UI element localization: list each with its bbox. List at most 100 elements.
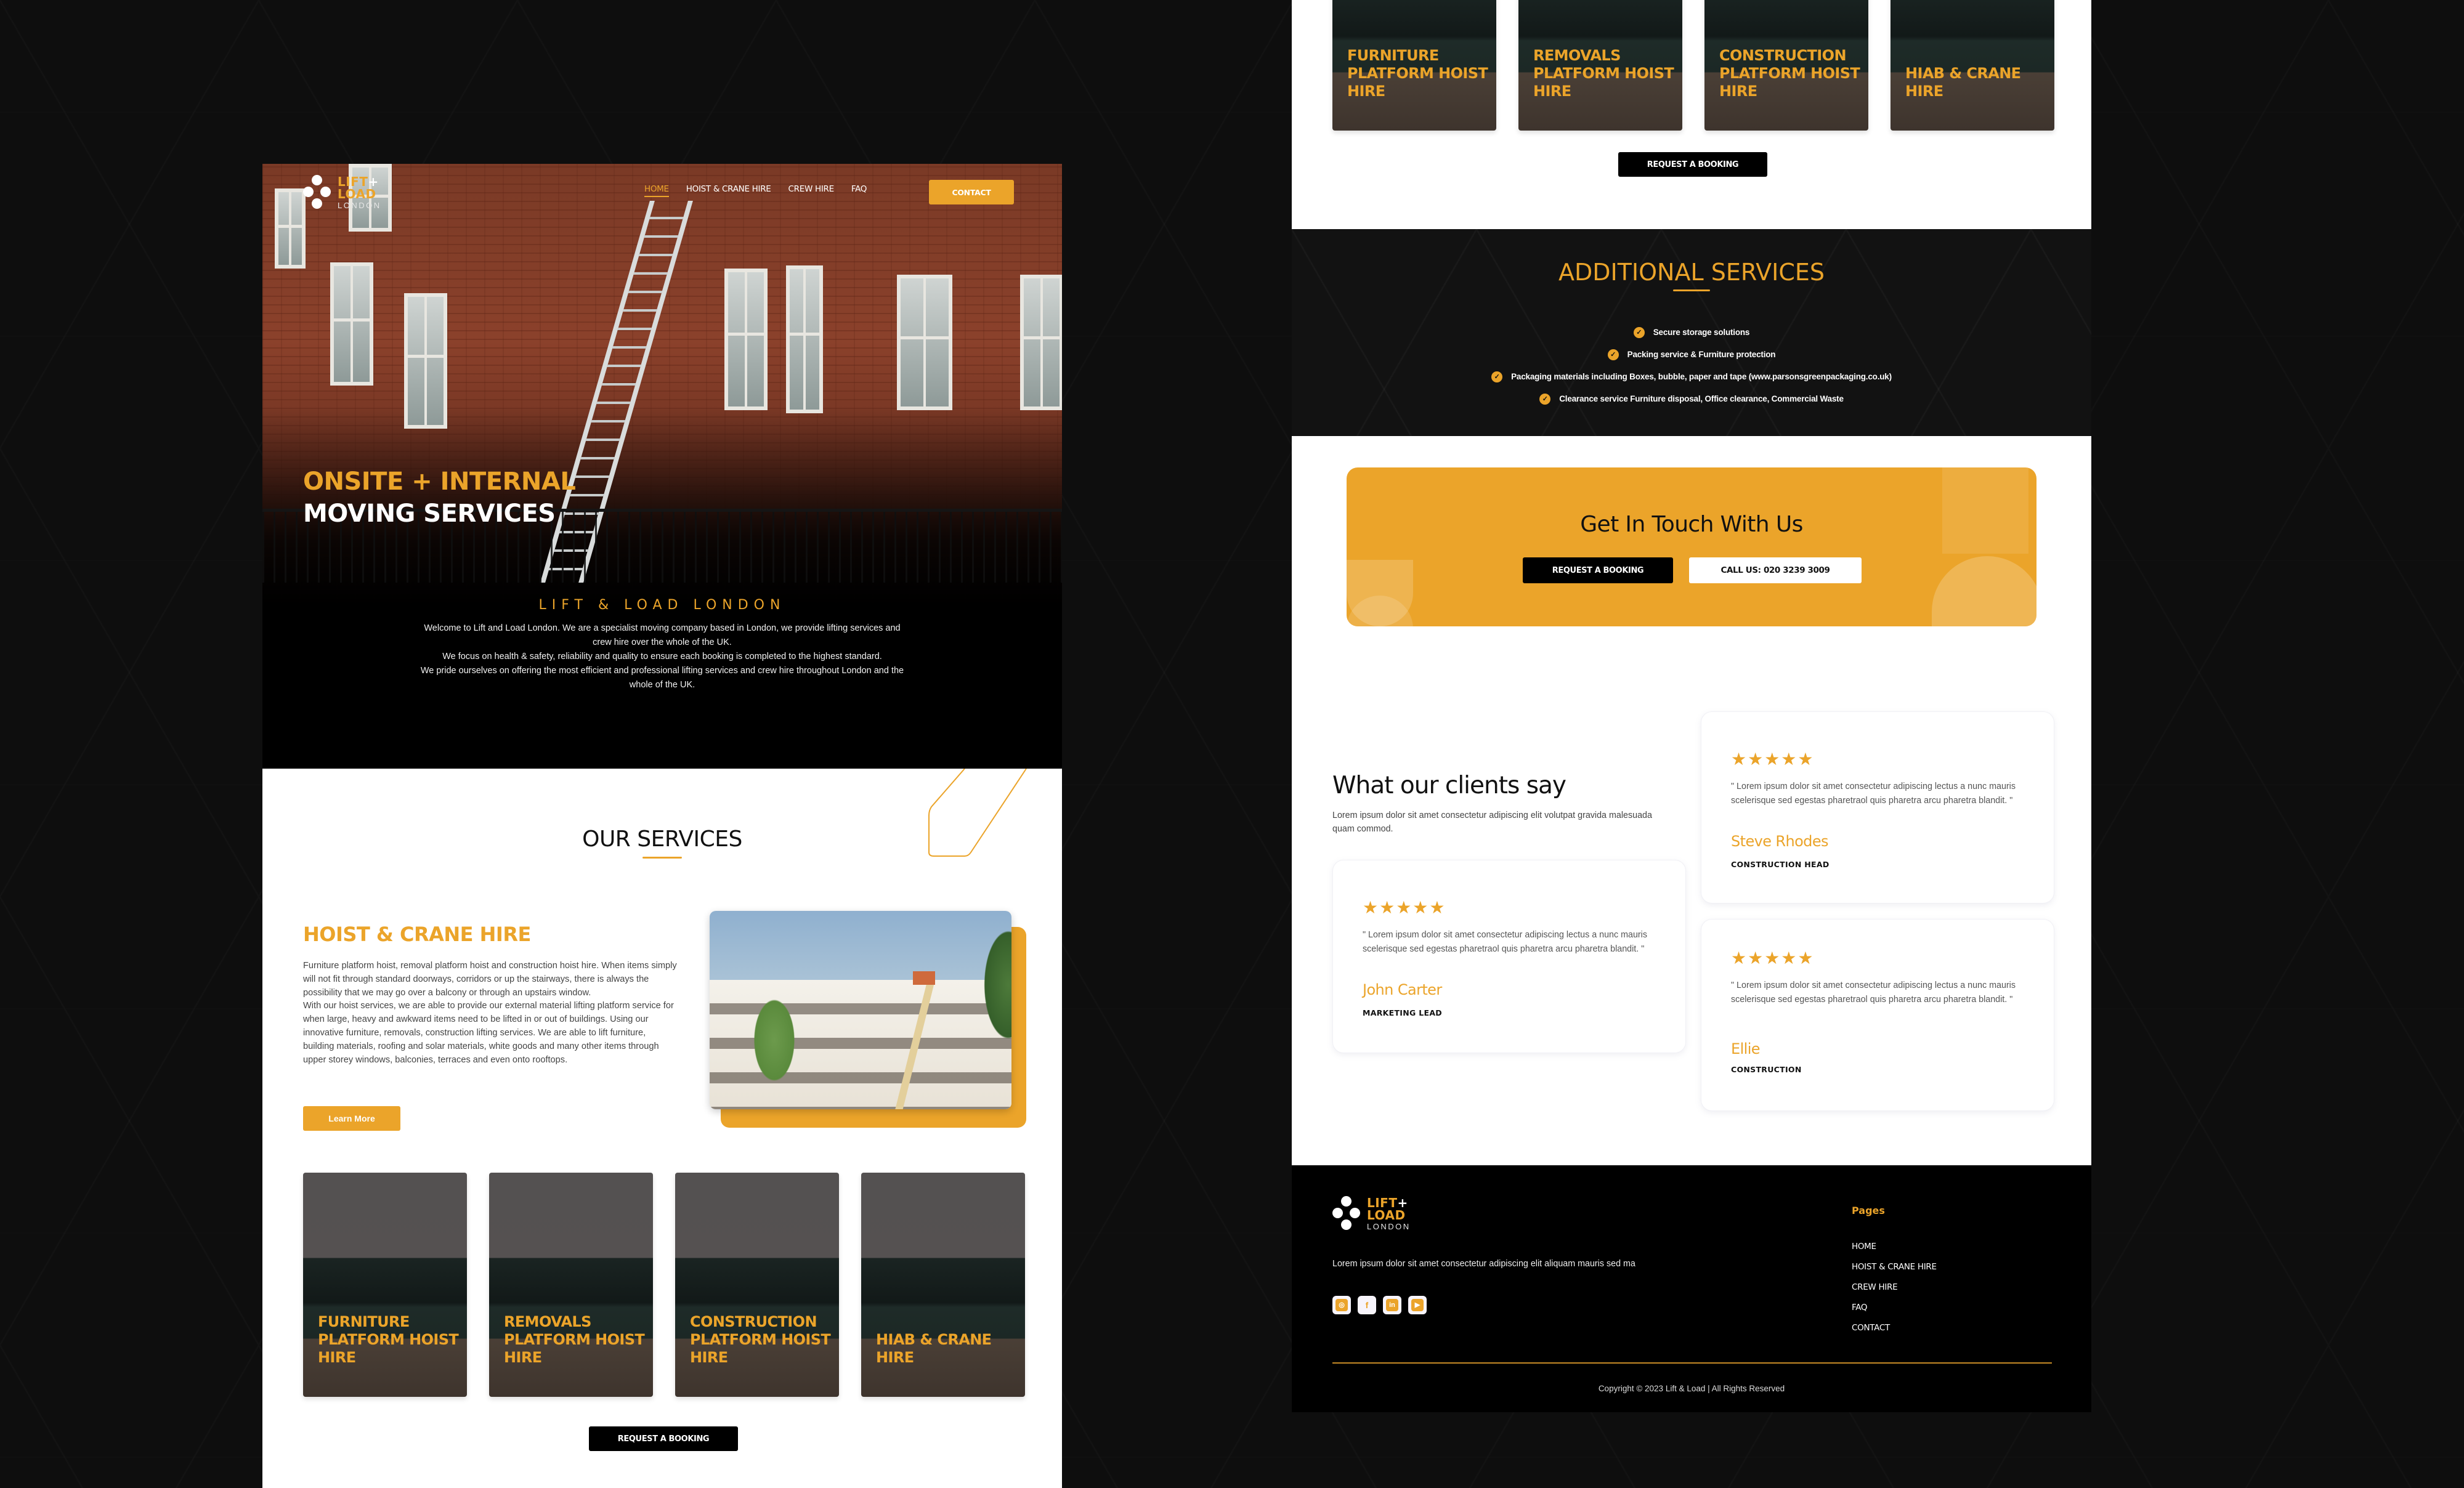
logo[interactable]: LIFT+ LOAD LONDON: [303, 175, 381, 209]
additional-services-title-text: ADDITIONAL SERVICES: [1558, 259, 1825, 286]
nav-item-faq[interactable]: FAQ: [851, 184, 867, 197]
additional-services-title: ADDITIONAL SERVICES: [1292, 259, 2091, 291]
additional-services-list: ✓ Secure storage solutions ✓ Packing servi…: [1292, 321, 2091, 410]
title-underline: [642, 857, 682, 859]
footer-logo[interactable]: LIFT+ LOAD LONDON: [1332, 1196, 1411, 1231]
service-card-label: HIAB & CRANE HIRE: [1905, 65, 2021, 100]
call-us-button[interactable]: CALL US: 020 3239 3009: [1689, 557, 1862, 583]
building-window: [786, 265, 823, 413]
nav-item-home[interactable]: HOME: [644, 184, 669, 197]
hero-title-line1: ONSITE + INTERNAL: [303, 467, 576, 496]
testimonials-title: What our clients say: [1332, 772, 1566, 799]
service-cards: FURNITURE PLATFORM HOIST HIRE REMOVALS P…: [303, 1173, 1025, 1397]
service-card-hiab-crane[interactable]: HIAB & CRANE HIRE: [861, 1173, 1025, 1397]
learn-more-button[interactable]: Learn More: [303, 1106, 400, 1131]
service-cards: FURNITURE PLATFORM HOIST HIRE REMOVALS P…: [1332, 0, 2054, 131]
star-rating-icon: ★★★★★: [1731, 948, 1815, 968]
service-card-furniture[interactable]: FURNITURE PLATFORM HOIST HIRE: [1332, 0, 1496, 131]
service-card-hiab-crane[interactable]: HIAB & CRANE HIRE: [1891, 0, 2054, 131]
footer-divider: [1332, 1362, 2052, 1364]
service-card-furniture[interactable]: FURNITURE PLATFORM HOIST HIRE: [303, 1173, 467, 1397]
hero-title-line2: MOVING SERVICES: [303, 499, 556, 528]
building-window: [724, 269, 768, 410]
hoist-crane-title: HOIST & CRANE HIRE: [303, 923, 531, 946]
testimonial-role: MARKETING LEAD: [1363, 1008, 1442, 1017]
cta-buttons: REQUEST A BOOKING CALL US: 020 3239 3009: [1523, 557, 1862, 583]
footer-link-contact[interactable]: CONTACT: [1852, 1318, 1937, 1338]
footer-link-home[interactable]: HOME: [1852, 1237, 1937, 1257]
service-card-construction[interactable]: CONSTRUCTION PLATFORM HOIST HIRE: [675, 1173, 839, 1397]
contact-button[interactable]: CONTACT: [929, 180, 1014, 204]
testimonial-role: CONSTRUCTION: [1731, 1065, 1802, 1074]
footer-link-crew-hire[interactable]: CREW HIRE: [1852, 1277, 1937, 1298]
intro-paragraph: We pride ourselves on offering the most …: [420, 666, 904, 690]
decorative-arch: [1932, 556, 2036, 626]
additional-service-item: ✓ Packaging materials including Boxes, bu…: [1292, 366, 2091, 388]
youtube-glyph: ▶: [1411, 1299, 1424, 1311]
check-circle-icon: ✓: [1539, 394, 1551, 405]
photo-tree: [981, 923, 1011, 1046]
hoist-crane-description: Furniture platform hoist, removal platfo…: [303, 960, 679, 1067]
linkedin-icon[interactable]: in: [1383, 1296, 1401, 1314]
testimonial-role: CONSTRUCTION HEAD: [1731, 860, 1830, 869]
cta-request-booking-button[interactable]: REQUEST A BOOKING: [1523, 557, 1673, 583]
request-booking-button[interactable]: REQUEST A BOOKING: [589, 1426, 738, 1451]
services-title: OUR SERVICES: [262, 827, 1062, 859]
footer-page-links: HOME HOIST & CRANE HIRE CREW HIRE FAQ CO…: [1852, 1237, 1937, 1338]
intro-paragraph: Welcome to Lift and Load London. We are …: [424, 623, 901, 647]
linkedin-glyph: in: [1386, 1299, 1398, 1311]
footer-link-hoist-crane-hire[interactable]: HOIST & CRANE HIRE: [1852, 1257, 1937, 1277]
star-rating-icon: ★★★★★: [1731, 750, 1815, 769]
instagram-icon[interactable]: ◎: [1332, 1296, 1351, 1314]
building-window: [1020, 275, 1062, 410]
check-circle-icon: ✓: [1607, 349, 1619, 361]
service-card-label: FURNITURE PLATFORM HOIST HIRE: [318, 1313, 459, 1366]
service-card-label: CONSTRUCTION PLATFORM HOIST HIRE: [690, 1313, 831, 1366]
copyright-text: Copyright © 2023 Lift & Load | All Right…: [1598, 1384, 1785, 1393]
service-card-construction[interactable]: CONSTRUCTION PLATFORM HOIST HIRE: [1704, 0, 1868, 131]
additional-service-item: ✓ Packing service & Furniture protection: [1292, 344, 2091, 366]
nav-item-hoist-crane-hire[interactable]: HOIST & CRANE HIRE: [686, 184, 771, 197]
footer-link-faq[interactable]: FAQ: [1852, 1298, 1937, 1318]
service-card-removals[interactable]: REMOVALS PLATFORM HOIST HIRE: [489, 1173, 653, 1397]
request-booking-button[interactable]: REQUEST A BOOKING: [1618, 152, 1767, 177]
testimonial-name: Steve Rhodes: [1731, 833, 1828, 850]
youtube-icon[interactable]: ▶: [1408, 1296, 1427, 1314]
testimonial-quote: " Lorem ipsum dolor sit amet consectetur…: [1731, 782, 2016, 806]
intro-section: LIFT & LOAD LONDON Welcome to Lift and L…: [262, 597, 1062, 692]
cta-title: Get In Touch With Us: [1580, 512, 1803, 537]
star-rating-icon: ★★★★★: [1363, 898, 1446, 917]
testimonial-name: Ellie: [1731, 1040, 1761, 1057]
logo-text-load: LOAD: [338, 186, 376, 201]
homepage-preview-top: LIFT+ LOAD LONDON HOME HOIST & CRANE HIR…: [262, 164, 1062, 1488]
footer-pages-title: Pages: [1852, 1205, 1885, 1216]
homepage-preview-bottom: FURNITURE PLATFORM HOIST HIRE REMOVALS P…: [1292, 0, 2091, 1412]
building-window: [404, 293, 447, 429]
logo-text-load: LOAD: [1367, 1207, 1406, 1223]
additional-service-text: Packaging materials including Boxes, bub…: [1511, 372, 1892, 381]
service-card-label: REMOVALS PLATFORM HOIST HIRE: [504, 1313, 645, 1366]
intro-body: Welcome to Lift and Load London. We are …: [419, 621, 906, 692]
services-section: OUR SERVICES HOIST & CRANE HIRE Furnitur…: [262, 769, 1062, 1488]
service-card-label: HIAB & CRANE HIRE: [876, 1331, 992, 1366]
instagram-glyph: ◎: [1335, 1299, 1348, 1311]
hero-section: LIFT+ LOAD LONDON HOME HOIST & CRANE HIR…: [262, 164, 1062, 769]
additional-service-item: ✓ Clearance service Furniture disposal, O…: [1292, 388, 2091, 410]
testimonial-name: John Carter: [1363, 981, 1442, 998]
facebook-icon[interactable]: f: [1358, 1296, 1376, 1314]
service-card-removals[interactable]: REMOVALS PLATFORM HOIST HIRE: [1518, 0, 1682, 131]
nav-item-crew-hire[interactable]: CREW HIRE: [788, 184, 835, 197]
social-links: ◎ f in ▶: [1332, 1296, 1427, 1314]
hoist-paragraph: Furniture platform hoist, removal platfo…: [303, 961, 677, 998]
hoist-photo-frame: [710, 911, 1026, 1128]
building-window: [330, 262, 373, 386]
additional-service-text: Packing service & Furniture protection: [1627, 350, 1776, 359]
check-circle-icon: ✓: [1633, 327, 1645, 339]
main-navigation: LIFT+ LOAD LONDON HOME HOIST & CRANE HIR…: [262, 164, 1062, 219]
testimonial-card: ★★★★★ " Lorem ipsum dolor sit amet conse…: [1701, 919, 2054, 1111]
facebook-glyph: f: [1365, 1300, 1369, 1310]
services-title-text: OUR SERVICES: [582, 827, 742, 852]
intro-kicker: LIFT & LOAD LONDON: [538, 597, 786, 613]
check-circle-icon: ✓: [1491, 371, 1503, 383]
service-card-label: FURNITURE PLATFORM HOIST HIRE: [1347, 47, 1488, 100]
